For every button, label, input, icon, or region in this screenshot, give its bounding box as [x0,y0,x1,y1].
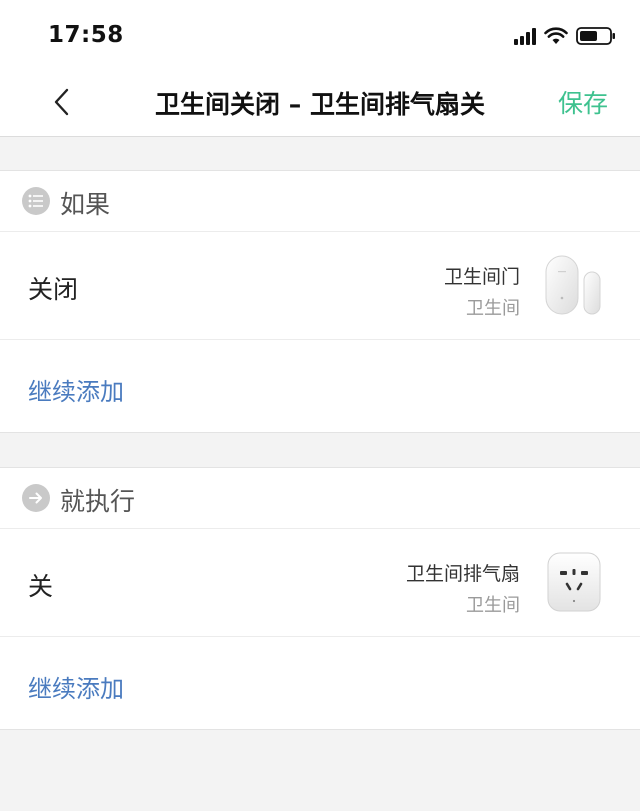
then-section-header: 就执行 [0,468,640,529]
action-row[interactable]: 关 卫生间排气扇 卫生间 [0,529,640,637]
if-add-row: 继续添加 [0,340,640,432]
add-condition-button[interactable]: 继续添加 [28,372,124,407]
door-sensor-icon [544,254,604,316]
list-icon [22,187,50,215]
condition-label: 关闭 [28,275,79,304]
action-device-room: 卫生间 [466,595,520,616]
page-title: 卫生间关闭 – 卫生间排气扇关 [155,90,485,119]
nav-bar: 卫生间关闭 – 卫生间排气扇关 保存 [0,68,640,137]
status-time: 17:58 [48,22,124,48]
status-bar: 17:58 [0,0,640,68]
action-label: 关 [28,572,54,601]
chevron-left-icon [54,88,69,116]
if-section-label: 如果 [60,190,111,219]
condition-device-name: 卫生间门 [443,266,520,288]
smart-plug-icon [544,551,604,613]
action-device-name: 卫生间排气扇 [405,563,520,585]
back-button[interactable] [40,80,84,124]
then-section-label: 就执行 [60,487,136,516]
status-icons [514,26,616,46]
wifi-icon [544,27,568,44]
if-section: 如果 关闭 卫生间门 卫生间 继续添加 [0,170,640,433]
signal-icon [514,27,536,45]
condition-row[interactable]: 关闭 卫生间门 卫生间 [0,232,640,340]
save-button[interactable]: 保存 [558,84,608,120]
then-section: 就执行 关 卫生间排气扇 卫生间 继续添加 [0,467,640,730]
add-action-button[interactable]: 继续添加 [28,669,124,704]
condition-device-room: 卫生间 [466,298,520,319]
arrow-right-icon [22,484,50,512]
if-section-header: 如果 [0,171,640,232]
battery-icon [576,27,615,45]
then-add-row: 继续添加 [0,637,640,729]
